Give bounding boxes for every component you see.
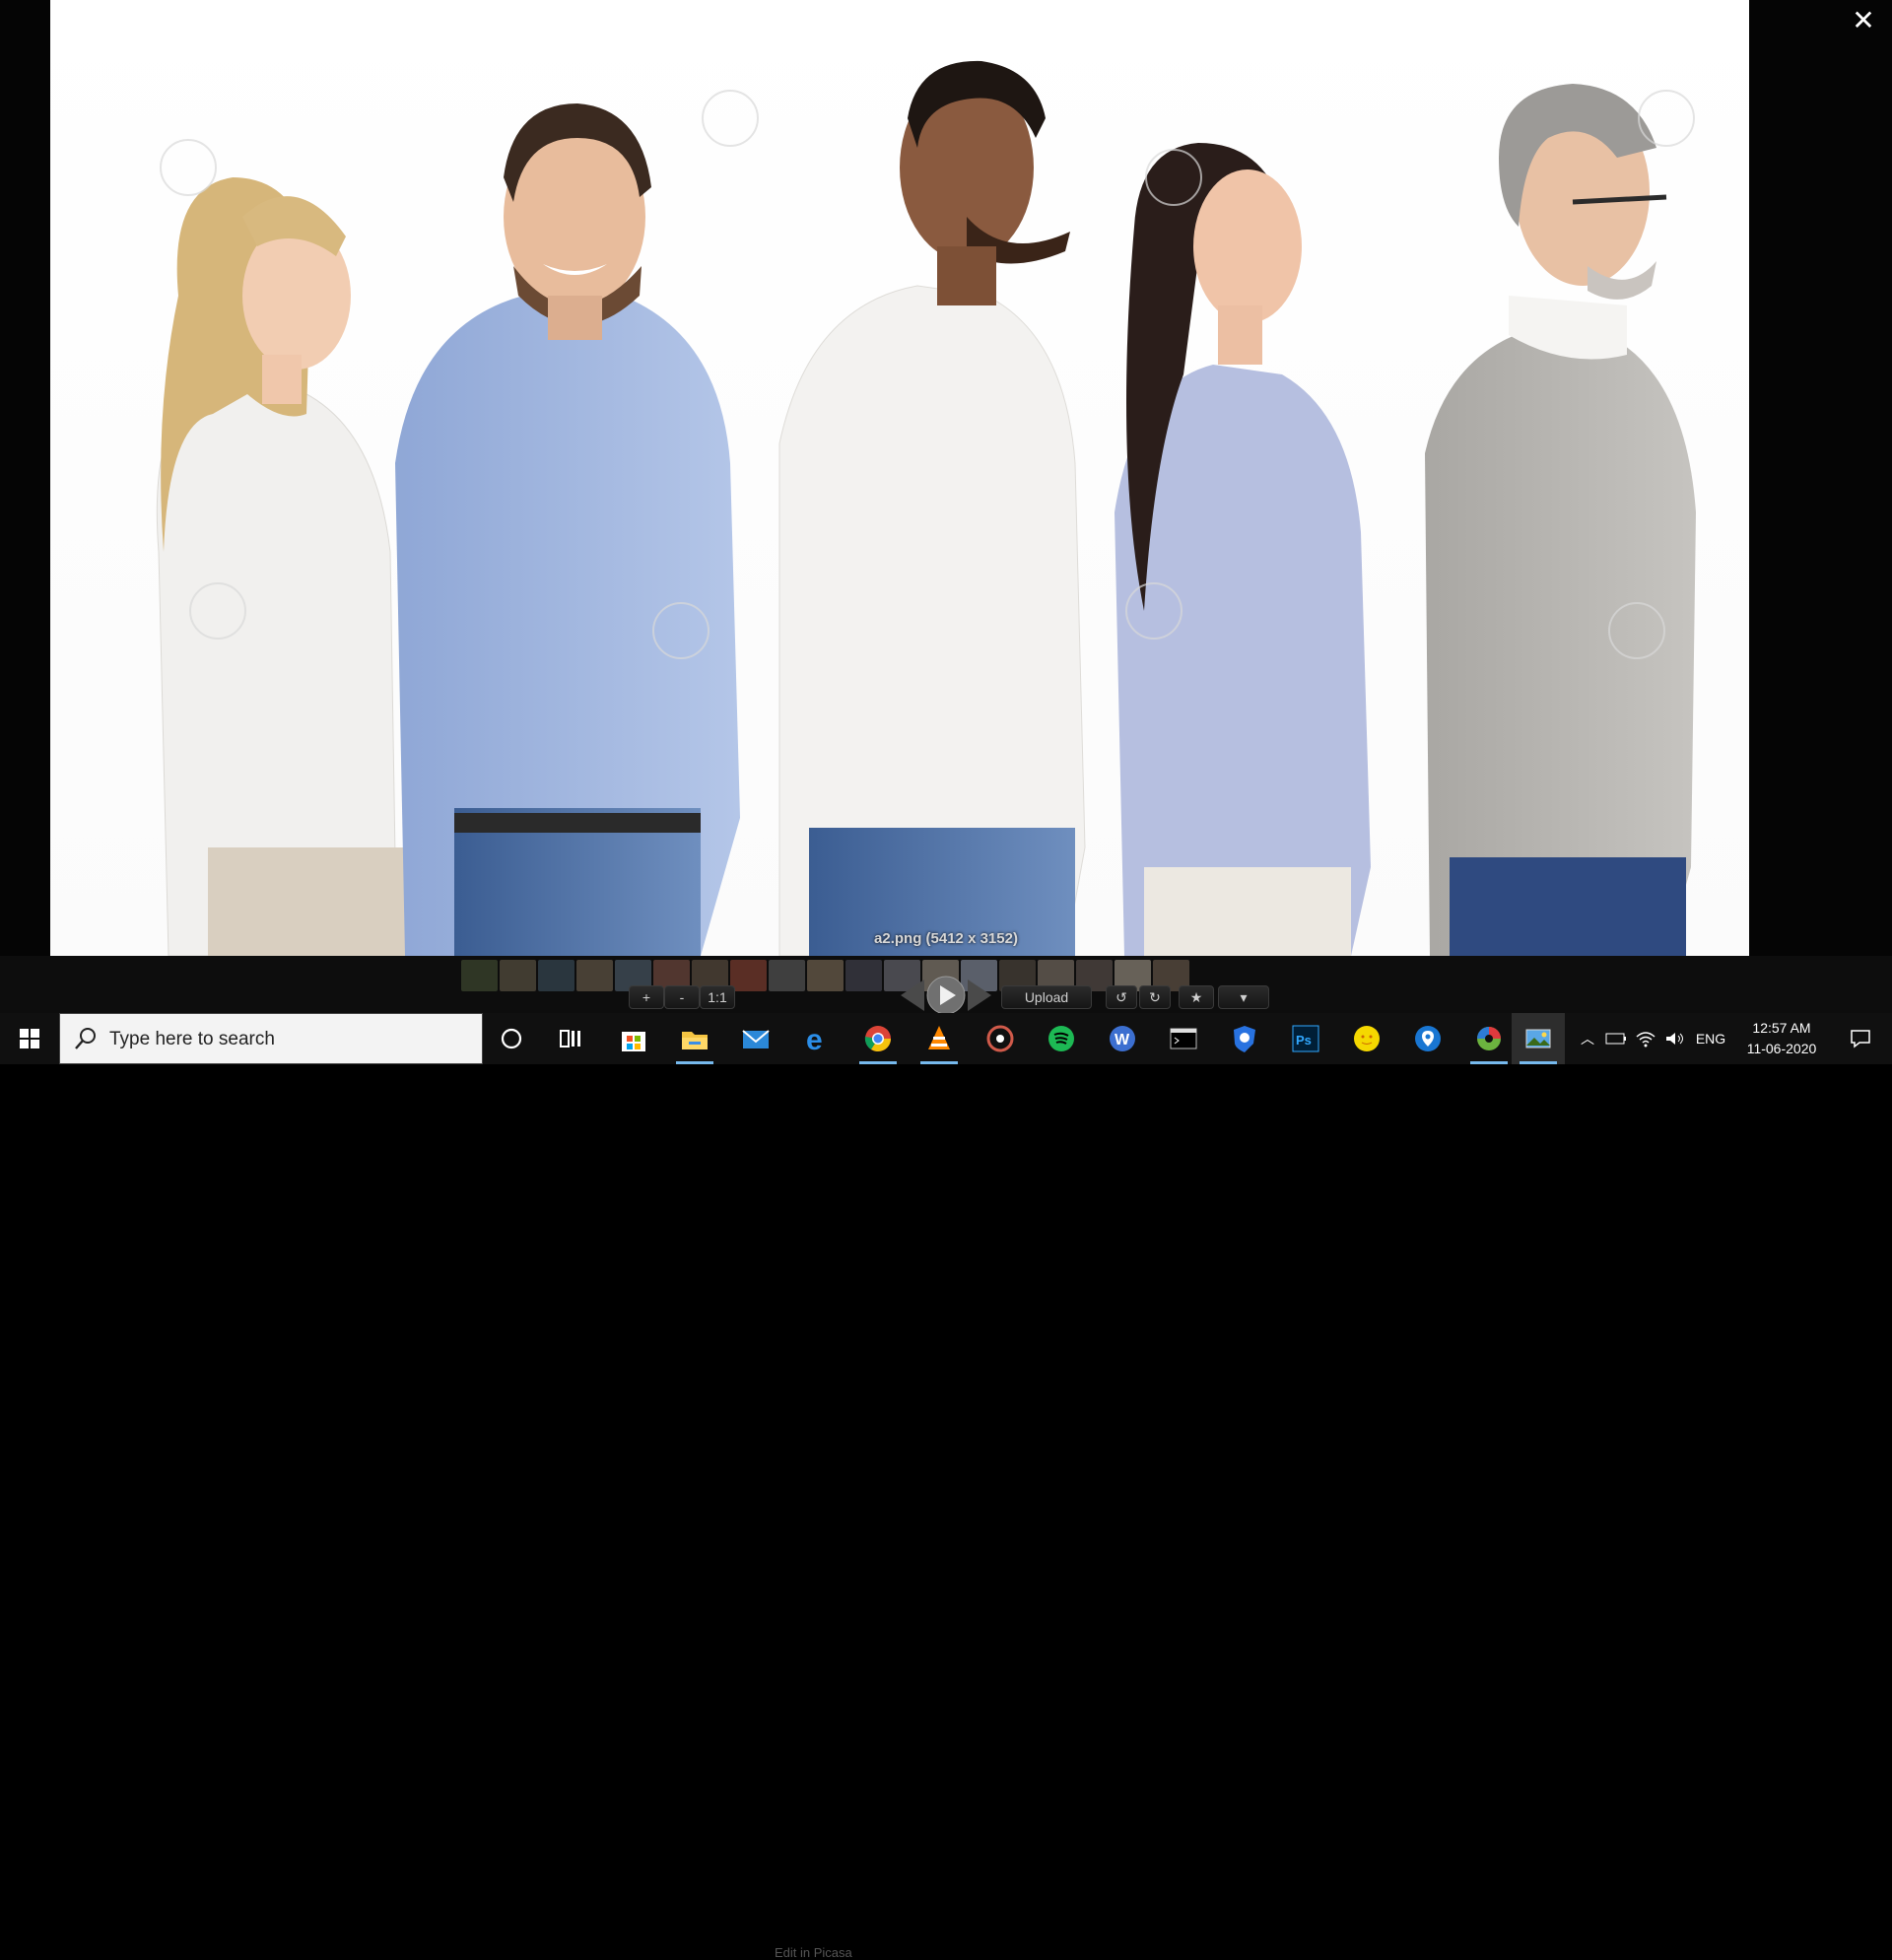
volume-icon: [1666, 1033, 1683, 1045]
rotate-right-button[interactable]: ↻: [1139, 985, 1171, 1009]
person-blonde-woman: [156, 177, 405, 956]
svg-text:e: e: [806, 1024, 823, 1053]
taskbar-app-photoshop[interactable]: Ps: [1279, 1013, 1332, 1064]
show-hidden-icons-button[interactable]: ︿: [1575, 1013, 1600, 1064]
zoom-out-button[interactable]: -: [664, 985, 700, 1009]
clock-time: 12:57 AM: [1752, 1020, 1811, 1036]
taskbar-app-emoji[interactable]: [1340, 1013, 1393, 1064]
start-button[interactable]: [0, 1013, 59, 1064]
taskbar-app-vlc[interactable]: [912, 1013, 966, 1064]
media-player-icon: [986, 1025, 1014, 1052]
rotate-cw-icon: ↻: [1149, 989, 1161, 1005]
taskbar-app-maps[interactable]: [1401, 1013, 1454, 1064]
shield-icon: [1234, 1026, 1255, 1052]
person-brunette-woman: [1115, 143, 1371, 956]
people-illustration: [156, 60, 1696, 956]
previous-arrow-icon[interactable]: [901, 980, 924, 1011]
windows-taskbar: Type here to search e W Ps ︿ ENG 12:57 A…: [0, 1013, 1892, 1064]
input-language-indicator[interactable]: ENG: [1691, 1013, 1730, 1064]
taskbar-app-mail[interactable]: [729, 1013, 782, 1064]
writer-icon: W: [1110, 1026, 1135, 1051]
cortana-button[interactable]: [485, 1013, 538, 1064]
actual-size-button[interactable]: 1:1: [700, 985, 735, 1009]
action-center-button[interactable]: [1835, 1013, 1886, 1064]
person-man-blue-shirt: [395, 103, 740, 956]
photos-icon: [1525, 1029, 1551, 1048]
star-button[interactable]: ★: [1179, 985, 1214, 1009]
notifications-icon: [1851, 1030, 1870, 1048]
wifi-button[interactable]: [1632, 1013, 1659, 1064]
displayed-photo[interactable]: [50, 0, 1749, 956]
close-viewer-button[interactable]: ✕: [1849, 6, 1878, 35]
image-caption: a2.png (5412 x 3152): [874, 930, 1018, 947]
play-icon[interactable]: [926, 976, 966, 1015]
next-arrow-icon[interactable]: [968, 980, 991, 1011]
clock-date: 11-06-2020: [1746, 1041, 1817, 1056]
task-view-icon: [560, 1030, 580, 1048]
taskbar-app-wps-writer[interactable]: W: [1096, 1013, 1149, 1064]
taskbar-app-file-explorer[interactable]: [668, 1013, 721, 1064]
folder-icon: [682, 1032, 708, 1049]
windows-logo-icon: [20, 1029, 39, 1048]
system-clock[interactable]: 12:57 AM 11-06-2020: [1734, 1018, 1829, 1059]
more-options-button[interactable]: ▾: [1218, 985, 1269, 1009]
battery-icon: [1605, 1033, 1626, 1045]
zoom-in-button[interactable]: +: [629, 985, 664, 1009]
photo-viewer: ✕ a2.png (5412 x 3152): [0, 0, 1892, 956]
chrome-icon: [864, 1026, 892, 1052]
chevron-down-icon: ▾: [1240, 989, 1248, 1005]
taskbar-app-chrome[interactable]: [851, 1013, 905, 1064]
taskbar-app-photos[interactable]: [1512, 1013, 1565, 1064]
terminal-icon: [1170, 1028, 1197, 1049]
taskbar-app-picasa[interactable]: [1462, 1013, 1516, 1064]
cortana-icon: [501, 1028, 522, 1049]
taskbar-app-spotify[interactable]: [1035, 1013, 1088, 1064]
spotify-icon: [1048, 1026, 1074, 1051]
taskbar-search-box[interactable]: Type here to search: [59, 1013, 483, 1064]
taskbar-app-terminal[interactable]: [1157, 1013, 1210, 1064]
photoshop-icon: Ps: [1292, 1025, 1319, 1052]
picasa-icon: [1477, 1027, 1501, 1050]
person-man-white-shirt: [778, 60, 1086, 956]
taskbar-app-antivirus[interactable]: [1218, 1013, 1271, 1064]
close-icon: ✕: [1852, 5, 1875, 35]
map-pin-icon: [1415, 1026, 1441, 1051]
chevron-up-icon: ︿: [1581, 1031, 1594, 1047]
battery-button[interactable]: [1602, 1013, 1630, 1064]
taskbar-app-store[interactable]: [607, 1013, 660, 1064]
taskbar-app-media-player[interactable]: [974, 1013, 1027, 1064]
slideshow-controls: [899, 974, 993, 1017]
emoji-app-icon: [1354, 1026, 1380, 1051]
edge-icon: e: [806, 1024, 823, 1053]
wifi-icon: [1636, 1032, 1656, 1048]
person-older-man: [1425, 84, 1696, 956]
search-placeholder: Type here to search: [109, 1029, 275, 1049]
rotate-left-button[interactable]: ↺: [1106, 985, 1137, 1009]
search-icon: [75, 1028, 96, 1049]
edit-in-picasa-link[interactable]: Edit in Picasa: [775, 1945, 852, 1960]
svg-text:W: W: [1115, 1032, 1130, 1048]
store-icon: [622, 1032, 645, 1051]
taskbar-app-edge[interactable]: e: [790, 1013, 844, 1064]
star-icon: ★: [1189, 989, 1203, 1005]
vlc-icon: [928, 1026, 950, 1049]
rotate-ccw-icon: ↺: [1115, 989, 1127, 1005]
upload-button[interactable]: Upload: [1001, 985, 1092, 1009]
task-view-button[interactable]: [544, 1013, 597, 1064]
volume-button[interactable]: [1661, 1013, 1689, 1064]
mail-icon: [742, 1030, 770, 1048]
svg-text:Ps: Ps: [1296, 1033, 1312, 1048]
